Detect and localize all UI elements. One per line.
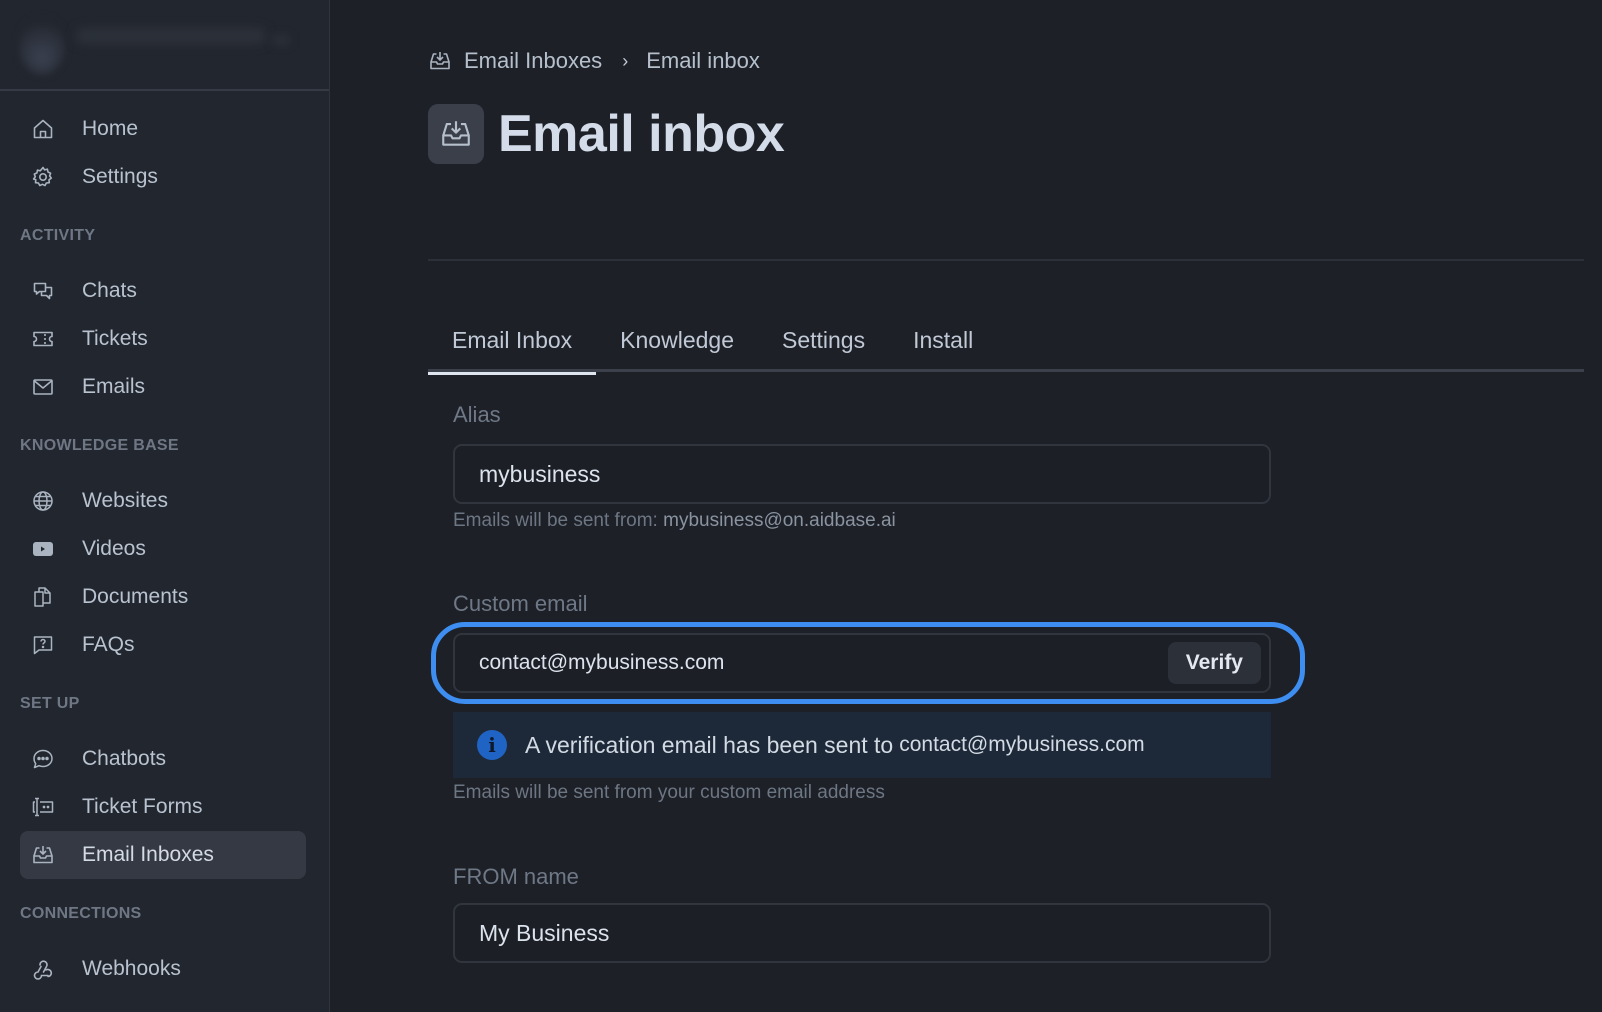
avatar [20,18,64,74]
inbox-icon [428,104,484,164]
sidebar-item-label: FAQs [82,633,135,656]
sidebar-nav: Home Settings ACTIVITY Chats Tickets Ema… [0,91,329,993]
alias-input[interactable]: mybusiness [453,444,1271,504]
from-name-input[interactable]: My Business [453,903,1271,963]
verify-button[interactable]: Verify [1167,642,1261,684]
play-video-icon [30,536,56,562]
sidebar-item-label: Ticket Forms [82,795,203,818]
gear-icon [30,164,56,190]
sidebar-item-label: Chatbots [82,747,167,770]
form-icon [30,794,56,820]
account-switcher[interactable] [0,0,329,91]
sidebar-item-chats[interactable]: Chats [20,267,306,315]
breadcrumb: Email Inboxes › Email inbox [428,48,760,74]
sidebar-item-tickets[interactable]: Tickets [20,315,306,363]
section-title-set-up: SET UP [20,695,80,712]
tab-email-inbox[interactable]: Email Inbox [428,320,597,375]
account-name-blurred [76,28,266,44]
alert-email: contact@mybusiness.com [899,733,1145,756]
app-root: Home Settings ACTIVITY Chats Tickets Ema… [0,0,1602,1012]
envelope-icon [30,374,56,400]
inbox-icon [428,49,452,73]
header-divider [428,259,1584,261]
section-title-knowledge-base: KNOWLEDGE BASE [20,437,179,454]
chevron-icon [272,34,290,46]
sidebar-item-chatbots[interactable]: Chatbots [20,735,306,783]
alert-message: A verification email has been sent to [525,731,894,758]
home-icon [30,116,56,142]
sidebar-item-label: Webhooks [82,957,181,980]
custom-email-input[interactable]: contact@mybusiness.com Verify [453,633,1271,693]
sidebar-item-emails[interactable]: Emails [20,363,306,411]
custom-email-input-value: contact@mybusiness.com [479,651,725,674]
verification-alert: i A verification email has been sent to … [453,712,1271,778]
sidebar-item-label: Email Inboxes [82,843,214,866]
sidebar-item-ticket-forms[interactable]: Ticket Forms [20,783,306,831]
sidebar-item-faqs[interactable]: FAQs [20,621,306,669]
ticket-icon [30,326,56,352]
sidebar-item-label: Tickets [82,327,148,350]
sidebar-item-label: Settings [82,165,158,188]
sidebar-item-videos[interactable]: Videos [20,525,306,573]
info-icon: i [477,730,507,760]
sidebar-item-email-inboxes[interactable]: Email Inboxes [20,831,306,879]
custom-email-help-text: Emails will be sent from your custom ema… [453,782,885,803]
tab-install[interactable]: Install [889,320,997,372]
inbox-icon [30,842,56,868]
documents-icon [30,584,56,610]
sidebar-item-label: Documents [82,585,189,608]
alias-help-prefix: Emails will be sent from: [453,510,658,531]
sidebar-item-documents[interactable]: Documents [20,573,306,621]
breadcrumb-current: Email inbox [646,48,760,73]
sidebar-item-home[interactable]: Home [20,105,306,153]
alias-help-text: Emails will be sent from: mybusiness@on.… [453,510,896,532]
breadcrumb-link-email-inboxes[interactable]: Email Inboxes [464,48,602,74]
alias-input-value: mybusiness [479,460,601,487]
sidebar-item-label: Chats [82,279,137,302]
sidebar-item-label: Videos [82,537,146,560]
globe-icon [30,488,56,514]
page-header: Email inbox [428,104,785,164]
tab-settings[interactable]: Settings [758,320,889,372]
main-content: Email Inboxes › Email inbox Email inbox … [330,0,1602,1012]
webhook-icon [30,956,56,982]
tab-bar: Email Inbox Knowledge Settings Install [428,320,1584,375]
question-bubble-icon [30,632,56,658]
chatbot-icon [30,746,56,772]
sidebar: Home Settings ACTIVITY Chats Tickets Ema… [0,0,330,1012]
from-name-label: FROM name [453,864,579,889]
sidebar-item-websites[interactable]: Websites [20,477,306,525]
from-name-input-value: My Business [479,919,610,946]
sidebar-item-label: Emails [82,375,146,398]
sidebar-item-webhooks[interactable]: Webhooks [20,945,306,993]
breadcrumb-separator-icon: › [622,50,629,71]
alias-help-address: mybusiness@on.aidbase.ai [663,510,896,531]
section-title-activity: ACTIVITY [20,227,96,244]
sidebar-item-settings[interactable]: Settings [20,153,306,201]
custom-email-label: Custom email [453,591,588,616]
sidebar-item-label: Websites [82,489,168,512]
chat-bubbles-icon [30,278,56,304]
sidebar-item-label: Home [82,117,139,140]
section-title-connections: CONNECTIONS [20,905,142,922]
page-title: Email inbox [498,105,785,163]
tab-knowledge[interactable]: Knowledge [596,320,758,372]
alias-label: Alias [453,402,501,427]
